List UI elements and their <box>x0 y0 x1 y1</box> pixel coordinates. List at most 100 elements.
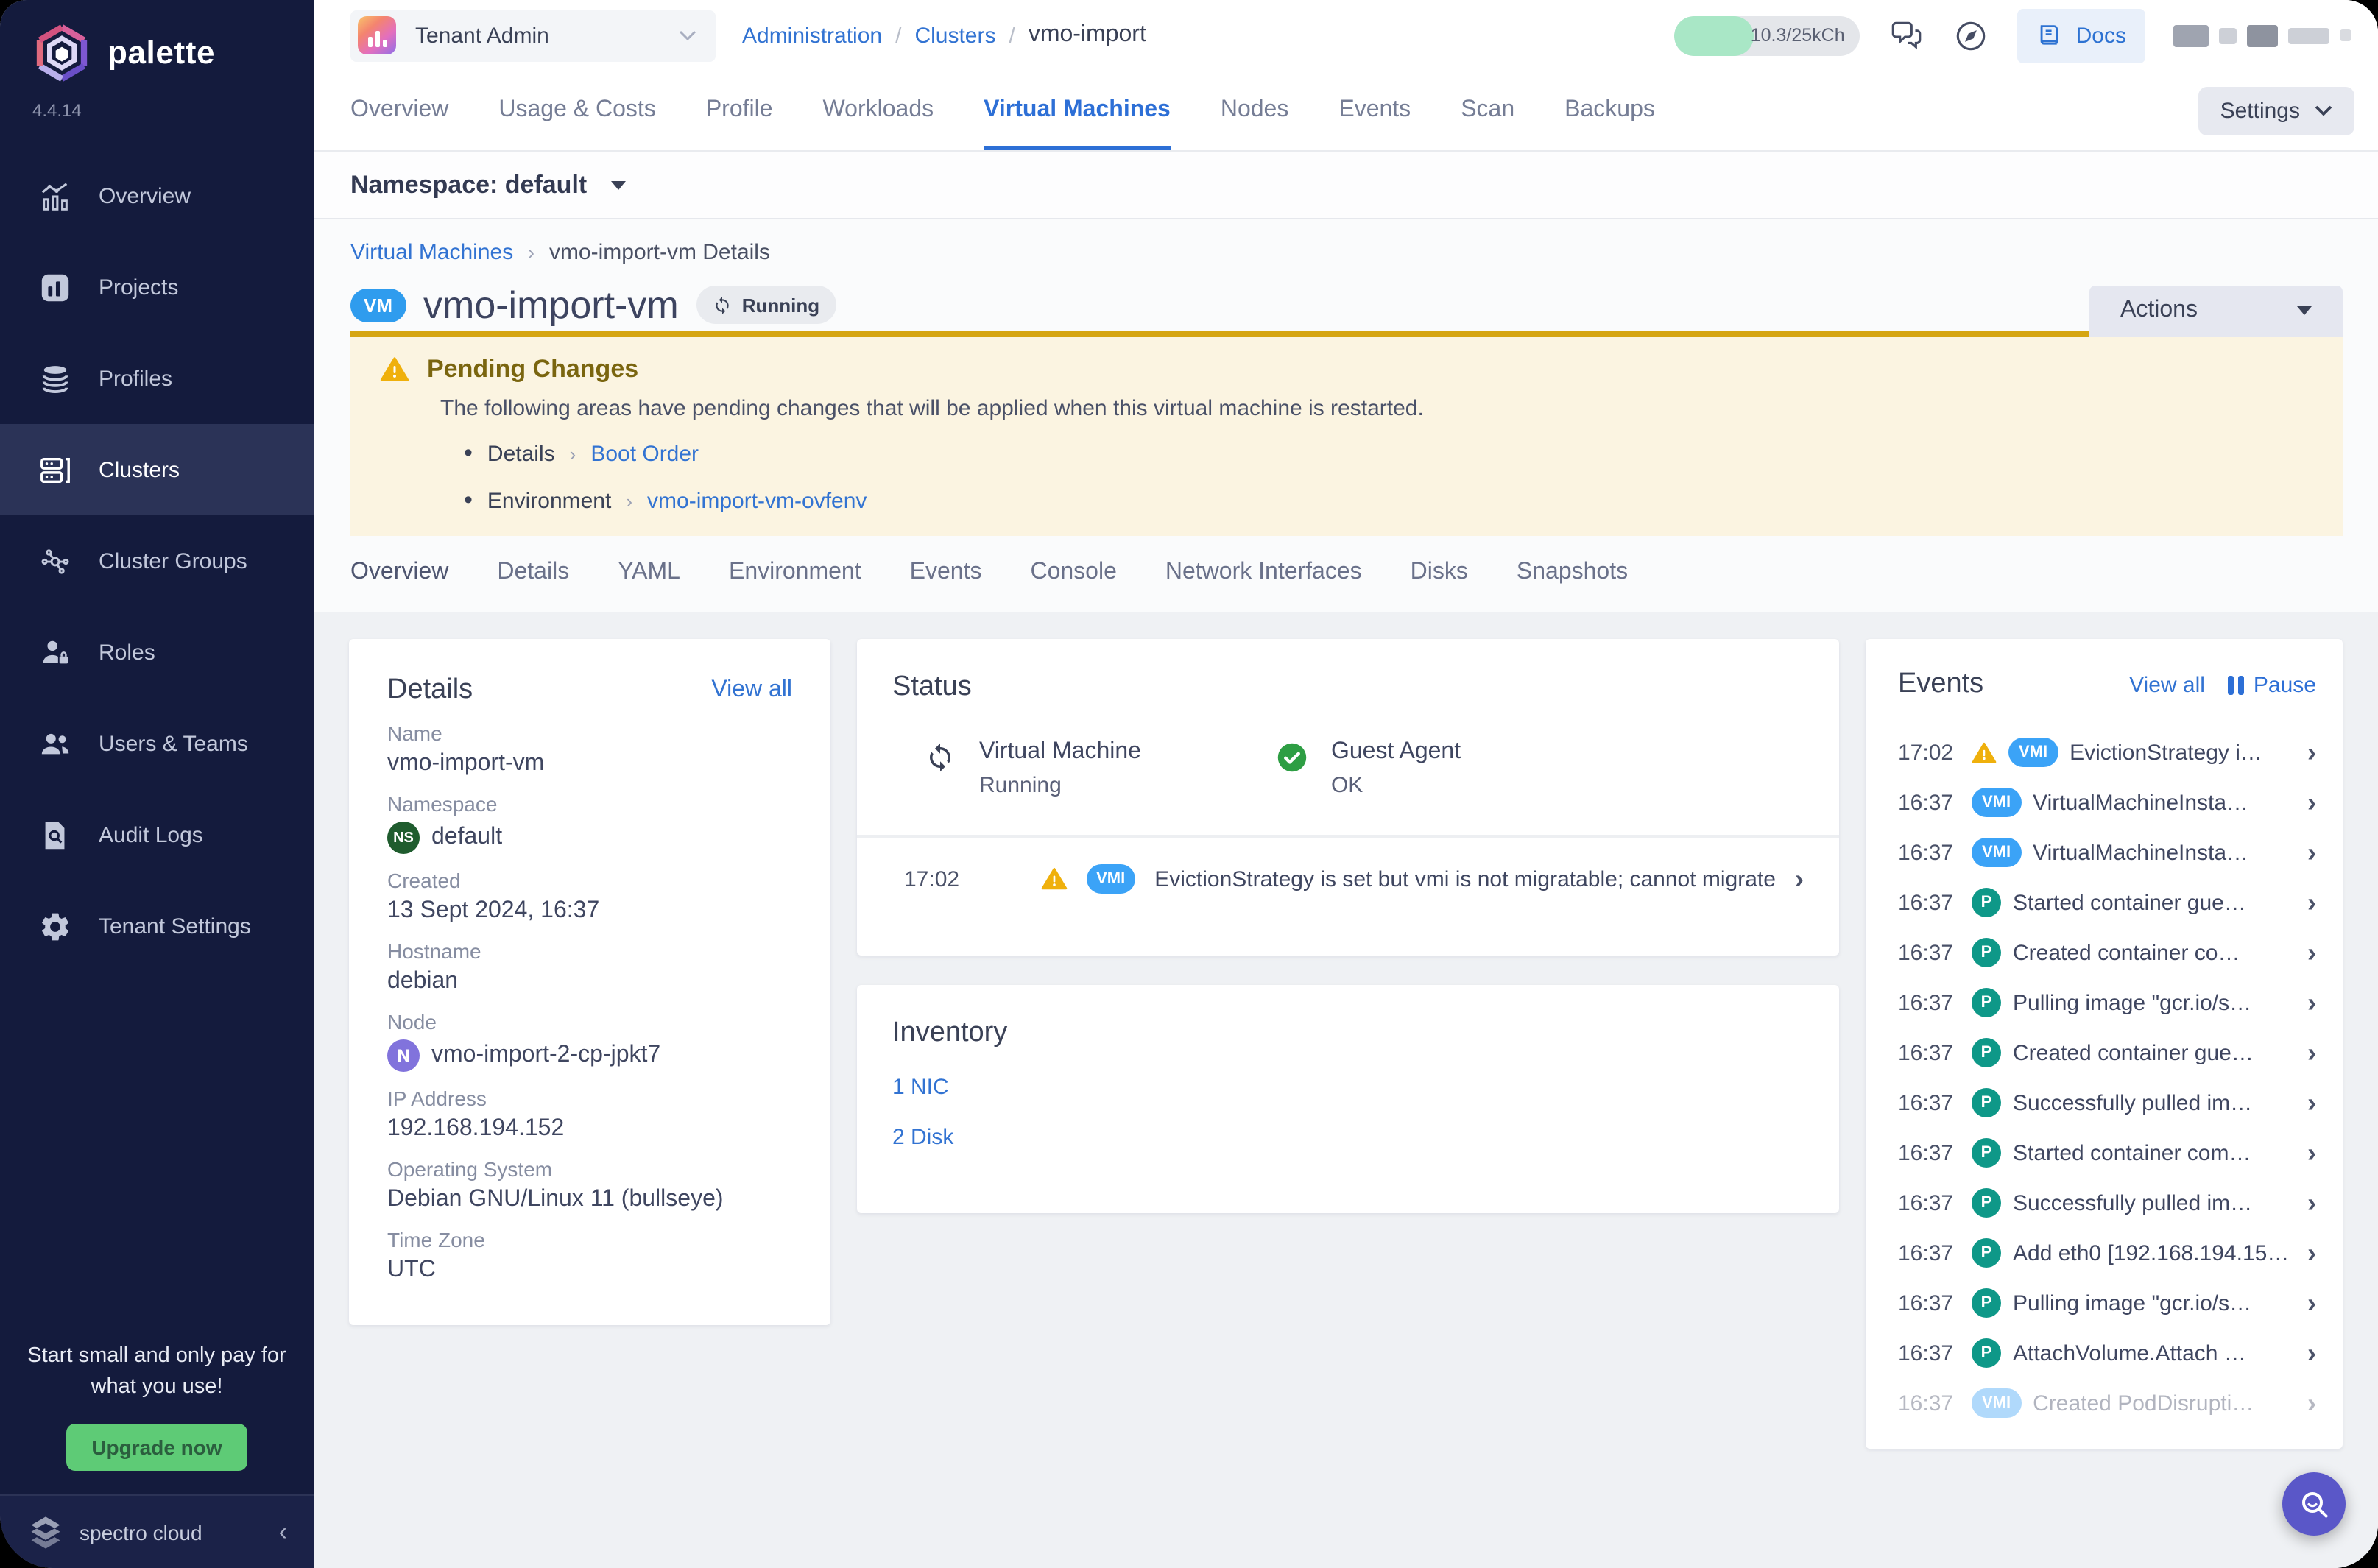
event-row[interactable]: 16:37 P Started container gue… › <box>1898 877 2316 928</box>
tab-nodes[interactable]: Nodes <box>1221 71 1289 150</box>
tab-workloads[interactable]: Workloads <box>823 71 934 150</box>
event-time: 16:37 <box>1898 890 1960 915</box>
tab-virtual-machines[interactable]: Virtual Machines <box>984 71 1171 150</box>
pending-link-ovfenv[interactable]: vmo-import-vm-ovfenv <box>647 488 867 513</box>
bullet-icon: • <box>464 486 473 515</box>
settings-label: Settings <box>2220 98 2300 123</box>
audit-logs-icon <box>38 818 72 852</box>
event-row[interactable]: 16:37 VMI VirtualMachineInsta… › <box>1898 777 2316 827</box>
status-alert-row[interactable]: 17:02 VMI EvictionStrategy is set but vm… <box>892 838 1804 894</box>
sidebar-item-label: Cluster Groups <box>99 548 247 573</box>
docs-button[interactable]: Docs <box>2017 8 2145 63</box>
sidebar-item-audit-logs[interactable]: Audit Logs <box>0 789 314 880</box>
events-pause-button[interactable]: Pause <box>2229 672 2316 697</box>
breadcrumb-virtual-machines[interactable]: Virtual Machines <box>350 240 513 265</box>
event-time: 16:37 <box>1898 940 1960 965</box>
sidebar-item-clusters[interactable]: Clusters <box>0 424 314 515</box>
tab-usage-costs[interactable]: Usage & Costs <box>498 71 655 150</box>
tab-overview[interactable]: Overview <box>350 71 448 150</box>
tenant-selector[interactable]: Tenant Admin <box>350 10 716 61</box>
inventory-nic-link[interactable]: 1 NIC <box>892 1075 1804 1100</box>
chevron-right-icon[interactable]: › <box>1795 866 1804 892</box>
event-row[interactable]: 16:37 P Add eth0 [192.168.194.15… › <box>1898 1228 2316 1278</box>
event-row[interactable]: 16:37 VMI Created PodDisrupti… › <box>1898 1378 2316 1428</box>
event-time: 17:02 <box>1898 740 1960 765</box>
events-card: Events View all Pause 17:02 <box>1866 639 2343 1449</box>
vm-tab-overview[interactable]: Overview <box>350 559 448 604</box>
chevron-right-icon: › <box>2307 839 2316 866</box>
vm-detail-content: Virtual Machines › vmo-import-vm Details… <box>314 219 2378 1568</box>
pending-link-boot-order[interactable]: Boot Order <box>590 441 699 466</box>
events-view-all-link[interactable]: View all <box>2129 672 2205 697</box>
sidebar-item-tenant-settings[interactable]: Tenant Settings <box>0 880 314 972</box>
vm-tab-events[interactable]: Events <box>910 559 982 604</box>
profiles-icon <box>38 361 72 395</box>
event-row[interactable]: 16:37 VMI VirtualMachineInsta… › <box>1898 827 2316 877</box>
breadcrumb-clusters[interactable]: Clusters <box>914 23 995 48</box>
sidebar-item-users-teams[interactable]: Users & Teams <box>0 698 314 789</box>
events-card-title: Events <box>1898 668 1983 701</box>
namespace-badge: NS <box>387 822 420 854</box>
namespace-selector[interactable]: Namespace: default <box>350 170 587 199</box>
event-time: 16:37 <box>1898 1240 1960 1265</box>
event-time: 16:37 <box>1898 990 1960 1015</box>
sidebar-item-cluster-groups[interactable]: Cluster Groups <box>0 515 314 607</box>
user-menu-redacted[interactable] <box>2173 24 2351 46</box>
compass-icon[interactable] <box>1952 17 1989 54</box>
breadcrumb-administration[interactable]: Administration <box>742 23 882 48</box>
details-view-all-link[interactable]: View all <box>711 677 792 704</box>
chevron-right-icon: › <box>2307 789 2316 816</box>
event-row[interactable]: 16:37 P Created container gue… › <box>1898 1028 2316 1078</box>
event-row[interactable]: 16:37 P Pulling image "gcr.io/s… › <box>1898 978 2316 1028</box>
chevron-right-icon: › <box>626 490 632 512</box>
vm-tab-snapshots[interactable]: Snapshots <box>1517 559 1628 604</box>
pending-area: Details <box>487 441 555 466</box>
sidebar-item-projects[interactable]: Projects <box>0 241 314 333</box>
event-row[interactable]: 16:37 P AttachVolume.Attach … › <box>1898 1328 2316 1378</box>
pending-changes-title: Pending Changes <box>427 355 638 384</box>
event-row[interactable]: 16:37 P Created container co… › <box>1898 928 2316 978</box>
inventory-disk-link[interactable]: 2 Disk <box>892 1125 1804 1150</box>
search-fab-button[interactable] <box>2282 1472 2346 1536</box>
pod-badge: P <box>1972 988 2001 1017</box>
chevron-right-icon: › <box>2307 1290 2316 1316</box>
vm-tab-yaml[interactable]: YAML <box>618 559 680 604</box>
tab-profile[interactable]: Profile <box>706 71 773 150</box>
tab-scan[interactable]: Scan <box>1461 71 1514 150</box>
middle-column: Status Virtual Machine Running <box>857 639 1839 1568</box>
sidebar-item-profiles[interactable]: Profiles <box>0 333 314 424</box>
vm-tab-details[interactable]: Details <box>497 559 569 604</box>
pending-change-item: • Details › Boot Order <box>464 439 2313 468</box>
event-row[interactable]: 16:37 P Started container com… › <box>1898 1128 2316 1178</box>
vmi-badge: VMI <box>2008 738 2058 767</box>
settings-button[interactable]: Settings <box>2198 86 2354 135</box>
breadcrumb: Administration / Clusters / vmo-import <box>742 22 1146 49</box>
chevron-right-icon: › <box>2307 1190 2316 1216</box>
tab-events[interactable]: Events <box>1338 71 1411 150</box>
upgrade-now-button[interactable]: Upgrade now <box>66 1424 247 1471</box>
tab-backups[interactable]: Backups <box>1564 71 1655 150</box>
event-row[interactable]: 16:37 P Pulling image "gcr.io/s… › <box>1898 1278 2316 1328</box>
event-row[interactable]: 16:37 P Successfully pulled im… › <box>1898 1078 2316 1128</box>
sidebar-item-overview[interactable]: Overview <box>0 150 314 241</box>
chevron-right-icon: › <box>2307 739 2316 766</box>
chat-icon[interactable] <box>1888 17 1924 54</box>
app-version: 4.4.14 <box>0 82 314 121</box>
event-row[interactable]: 16:37 P Successfully pulled im… › <box>1898 1178 2316 1228</box>
vm-tab-environment[interactable]: Environment <box>729 559 861 604</box>
detail-field-namespace: Namespace NS default <box>387 792 792 854</box>
vm-tab-network-interfaces[interactable]: Network Interfaces <box>1165 559 1362 604</box>
status-item-guest-agent: Guest Agent OK <box>1277 739 1461 798</box>
actions-button[interactable]: Actions <box>2089 285 2343 336</box>
clusters-icon <box>38 453 72 487</box>
vm-tab-disks[interactable]: Disks <box>1411 559 1468 604</box>
sidebar-item-label: Roles <box>99 640 155 665</box>
sidebar-collapse-icon[interactable]: ‹ <box>279 1517 287 1547</box>
book-icon <box>2036 21 2064 49</box>
event-time: 16:37 <box>1898 1290 1960 1316</box>
users-teams-icon <box>38 727 72 760</box>
event-row[interactable]: 17:02 VMI EvictionStrategy i… › <box>1898 727 2316 777</box>
sidebar-item-roles[interactable]: Roles <box>0 607 314 698</box>
brand-logo: palette <box>0 0 314 82</box>
vm-tab-console[interactable]: Console <box>1030 559 1116 604</box>
